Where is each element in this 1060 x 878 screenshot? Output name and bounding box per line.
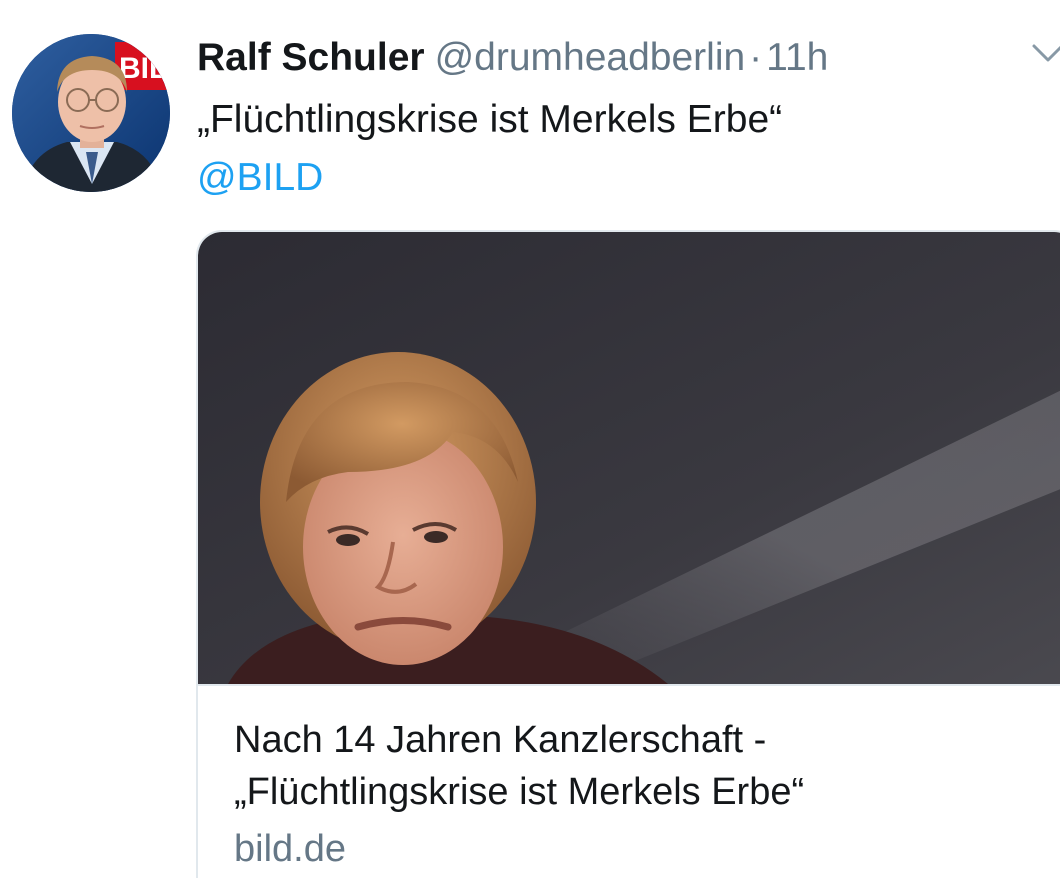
tweet-header: Ralf Schuler @drumheadberlin · 11h: [197, 36, 828, 80]
card-divider: [198, 684, 1060, 686]
chevron-down-icon[interactable]: [1030, 40, 1060, 68]
author-handle[interactable]: @drumheadberlin: [435, 36, 746, 79]
bild-logo-text: BILD: [119, 52, 170, 85]
avatar[interactable]: BILD: [12, 34, 170, 192]
avatar-photo: BILD: [12, 34, 170, 192]
card-title-line-1: Nach 14 Jahren Kanzlerschaft -: [234, 719, 767, 761]
mention-link[interactable]: @BILD: [197, 154, 323, 202]
card-title[interactable]: Nach 14 Jahren Kanzlerschaft - „Flüchtli…: [234, 714, 804, 818]
card-image[interactable]: [198, 232, 1060, 684]
author-name[interactable]: Ralf Schuler: [197, 36, 425, 79]
card-domain: bild.de: [234, 828, 346, 870]
card-photo: [198, 232, 1060, 684]
tweet-timestamp[interactable]: 11h: [766, 36, 828, 79]
tweet-text: „Flüchtlingskrise ist Merkels Erbe“: [197, 98, 783, 141]
card-title-line-2: „Flüchtlingskrise ist Merkels Erbe“: [234, 771, 805, 813]
separator-dot: ·: [749, 36, 763, 79]
tweet[interactable]: BILD Ralf Schuler@drumheadberlin·11h „Fl…: [0, 0, 1060, 878]
link-card[interactable]: Nach 14 Jahren Kanzlerschaft - „Flüchtli…: [196, 230, 1060, 878]
